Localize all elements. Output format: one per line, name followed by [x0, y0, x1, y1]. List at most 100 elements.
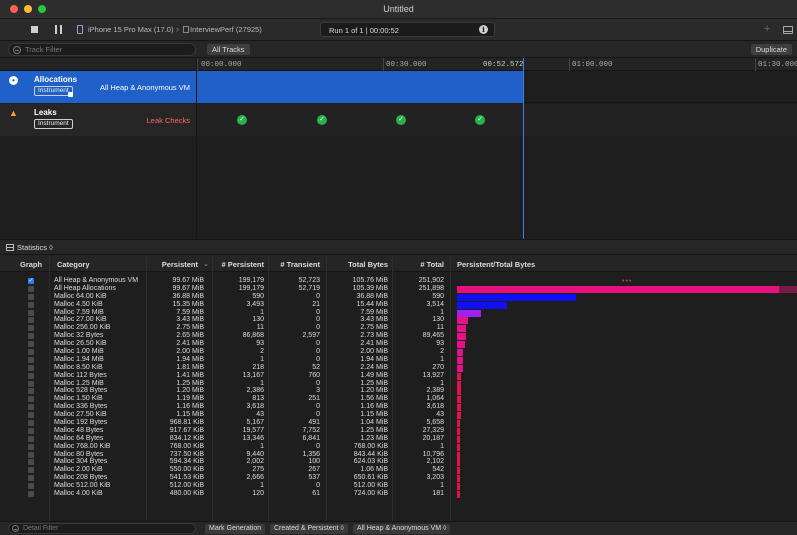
table-row[interactable]: Malloc 112 Bytes 1.41 MiB 13,167 760 1.49 Mi… — [0, 372, 797, 380]
playhead[interactable] — [523, 58, 524, 239]
n-persistent-cell: 199,179 — [238, 277, 264, 284]
run-status[interactable]: Run 1 of 1 | 00:00:52 i — [320, 22, 495, 37]
graph-checkbox[interactable] — [28, 356, 34, 363]
allocation-scope-selector[interactable]: All Heap & Anonymous VM ◊ — [353, 524, 451, 534]
table-row[interactable]: Malloc 336 Bytes 1.16 MiB 3,618 0 1.16 MiB 3,… — [0, 403, 797, 412]
leak-check-icon[interactable]: ✓ — [317, 115, 327, 125]
table-row[interactable]: Malloc 48 Bytes 917.67 KiB 19,577 7,752 1.25… — [0, 427, 797, 435]
graph-checkbox[interactable] — [28, 333, 34, 340]
timeline-ruler[interactable]: 00:00.000 00:30.000 00:52.572 01:00.000 … — [197, 58, 797, 71]
table-row[interactable]: Malloc 7.59 MiB 7.59 MiB 1 0 7.59 MiB 1 — [0, 309, 797, 317]
table-row[interactable]: Malloc 256.00 KiB 2.75 MiB 11 0 2.75 MiB 11 — [0, 324, 797, 333]
track-filter-input[interactable] — [25, 44, 190, 55]
table-row[interactable]: All Heap Allocations 99.67 MiB 199,179 52,7… — [0, 285, 797, 293]
table-row[interactable]: Malloc 1.25 MiB 1.25 MiB 1 0 1.25 MiB 1 — [0, 380, 797, 388]
table-row[interactable]: Malloc 80 Bytes 737.50 KiB 9,440 1,356 843.4… — [0, 451, 797, 459]
detail-filter[interactable] — [8, 523, 196, 534]
graph-checkbox[interactable] — [28, 483, 34, 490]
track-header[interactable]: ▲ Leaks Instrument Leak Checks — [0, 104, 197, 136]
graph-checkbox[interactable] — [28, 309, 34, 316]
pause-recording-button[interactable] — [55, 25, 63, 34]
graph-checkbox[interactable] — [28, 325, 34, 332]
table-row[interactable]: Malloc 27.50 KiB 1.15 MiB 43 0 1.15 MiB 43 — [0, 411, 797, 420]
graph-checkbox[interactable] — [28, 349, 34, 356]
leaks-lane[interactable]: ✓ ✓ ✓ ✓ — [197, 104, 797, 136]
track-allocations[interactable]: • Allocations Instrument All Heap & Anon… — [0, 71, 797, 103]
graph-checkbox[interactable] — [28, 451, 34, 458]
duplicate-button[interactable]: Duplicate — [750, 44, 792, 55]
graph-checkbox[interactable] — [28, 435, 34, 442]
table-row[interactable]: ✓ All Heap & Anonymous VM 99.67 MiB 199,179… — [0, 277, 797, 285]
detail-filter-input[interactable] — [23, 524, 188, 533]
graph-checkbox[interactable] — [28, 285, 34, 292]
all-tracks-button[interactable]: All Tracks — [207, 44, 250, 55]
table-row[interactable]: Malloc 1.94 MiB 1.94 MiB 1 0 1.94 MiB 1 — [0, 356, 797, 364]
device-selector[interactable]: iPhone 15 Pro Max (17.0) — [88, 25, 173, 34]
graph-checkbox[interactable] — [28, 317, 34, 324]
allocations-lane[interactable] — [197, 71, 797, 103]
stop-recording-button[interactable] — [31, 26, 38, 33]
graph-checkbox[interactable] — [28, 380, 34, 387]
table-row[interactable]: Malloc 304 Bytes 594.34 KiB 2,002 100 624.03… — [0, 458, 797, 467]
table-row[interactable]: Malloc 4.00 KiB 480.00 KiB 120 61 724.00 KiB… — [0, 490, 797, 499]
graph-checkbox[interactable] — [28, 293, 34, 300]
table-row[interactable]: Malloc 208 Bytes 541.53 KiB 2,666 537 650.61… — [0, 474, 797, 483]
column-header-n-persistent[interactable]: # Persistent — [212, 260, 264, 269]
graph-checkbox[interactable] — [28, 396, 34, 403]
table-row[interactable]: Malloc 4.50 KiB 15.35 MiB 3,493 21 15.44 MiB… — [0, 301, 797, 309]
allocation-mode-selector[interactable]: Created & Persistent ◊ — [270, 524, 348, 534]
table-row[interactable]: Malloc 1.50 KiB 1.19 MiB 813 251 1.56 MiB 1,0… — [0, 395, 797, 404]
graph-checkbox[interactable] — [28, 364, 34, 371]
mark-generation-button[interactable]: Mark Generation — [205, 524, 266, 534]
column-header-total-bytes[interactable]: Total Bytes — [330, 260, 388, 269]
device-icon — [77, 25, 83, 34]
graph-checkbox[interactable] — [28, 475, 34, 482]
total-bytes-cell: 724.00 KiB — [353, 490, 388, 498]
process-selector[interactable]: InterviewPerf (27925) — [190, 25, 262, 34]
graph-checkbox[interactable] — [28, 372, 34, 379]
table-row[interactable]: Malloc 2.00 KiB 550.00 KiB 275 267 1.06 MiB 5… — [0, 466, 797, 475]
add-instrument-icon[interactable]: + — [764, 23, 770, 35]
playhead-time: 00:52.572 — [483, 61, 524, 69]
graph-checkbox[interactable]: ✓ — [28, 278, 34, 284]
column-header-category[interactable]: Category — [57, 260, 90, 269]
table-row[interactable]: Malloc 1.00 MiB 2.00 MiB 2 0 2.00 MiB 2 — [0, 348, 797, 357]
leak-check-icon[interactable]: ✓ — [396, 115, 406, 125]
column-header-persistent[interactable]: Persistent — [130, 260, 198, 269]
n-persistent-cell: 1 — [260, 355, 264, 363]
graph-checkbox[interactable] — [28, 467, 34, 474]
graph-checkbox[interactable] — [28, 301, 34, 308]
table-row[interactable]: Malloc 26.50 KiB 2.41 MiB 93 0 2.41 MiB 93 — [0, 340, 797, 349]
graph-checkbox[interactable] — [28, 404, 34, 411]
column-header-n-total[interactable]: # Total — [396, 260, 444, 269]
table-row[interactable]: Malloc 64.00 KiB 36.88 MiB 590 0 36.88 MiB 59… — [0, 293, 797, 301]
info-icon[interactable]: i — [479, 25, 488, 34]
graph-checkbox[interactable] — [28, 388, 34, 395]
table-row[interactable]: Malloc 32 Bytes 2.65 MiB 86,868 2,597 2.73 M… — [0, 332, 797, 341]
table-row[interactable]: Malloc 64 Bytes 834.12 KiB 13,346 6,841 1.23… — [0, 435, 797, 443]
n-persistent-cell: 13,167 — [242, 371, 264, 379]
graph-checkbox[interactable] — [28, 427, 34, 434]
leak-check-icon[interactable]: ✓ — [475, 115, 485, 125]
table-row[interactable]: Malloc 512.00 KiB 512.00 KiB 1 0 512.00 KiB 1 — [0, 482, 797, 491]
graph-checkbox[interactable] — [28, 420, 34, 427]
table-row[interactable]: Malloc 192 Bytes 968.81 KiB 5,167 491 1.04 M… — [0, 419, 797, 428]
table-row[interactable]: Malloc 768.00 KiB 768.00 KiB 1 0 768.00 KiB 1 — [0, 443, 797, 451]
graph-checkbox[interactable] — [28, 412, 34, 419]
leak-check-icon[interactable]: ✓ — [237, 115, 247, 125]
column-header-persistent-total-bytes[interactable]: Persistent/Total Bytes — [457, 260, 535, 269]
graph-checkbox[interactable] — [28, 341, 34, 348]
table-row[interactable]: Malloc 8.50 KiB 1.81 MiB 218 52 2.24 MiB 270 — [0, 364, 797, 372]
graph-checkbox[interactable] — [28, 491, 34, 498]
statistics-selector[interactable]: Statistics ◊ — [17, 243, 53, 252]
graph-checkbox[interactable] — [28, 459, 34, 466]
column-header-graph[interactable]: Graph — [20, 260, 42, 269]
table-row[interactable]: Malloc 528 Bytes 1.20 MiB 2,386 3 1.20 MiB 2,… — [0, 387, 797, 396]
column-header-n-transient[interactable]: # Transient — [270, 260, 320, 269]
track-header[interactable]: • Allocations Instrument All Heap & Anon… — [0, 71, 197, 103]
graph-checkbox[interactable] — [28, 443, 34, 450]
toggle-panel-icon[interactable] — [783, 26, 793, 34]
track-leaks[interactable]: ▲ Leaks Instrument Leak Checks ✓ ✓ ✓ ✓ — [0, 104, 797, 136]
track-filter[interactable] — [8, 43, 196, 56]
table-row[interactable]: Malloc 27.00 KiB 3.43 MiB 130 0 3.43 MiB 130 — [0, 316, 797, 325]
